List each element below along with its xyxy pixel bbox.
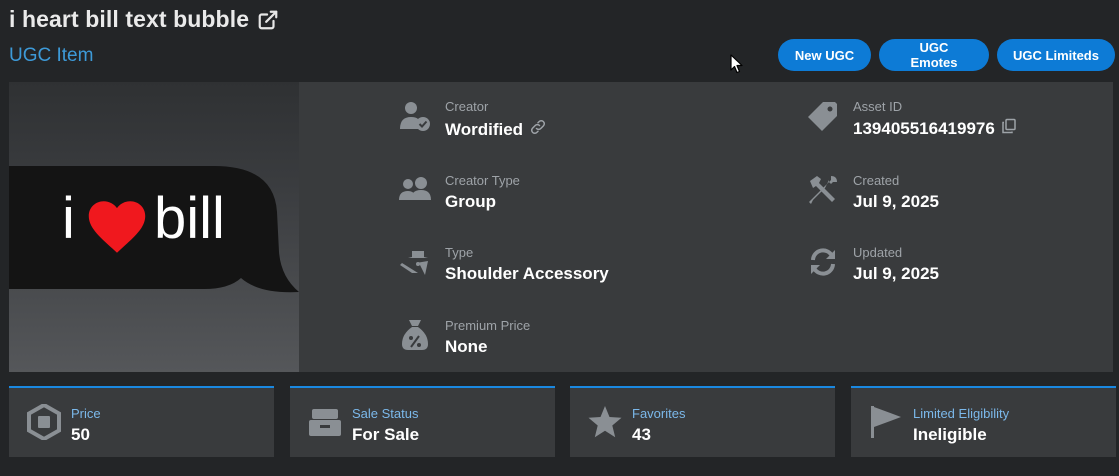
copy-icon[interactable] bbox=[1001, 118, 1017, 139]
header-buttons: New UGC UGC Emotes UGC Limiteds bbox=[778, 39, 1115, 71]
stat-card-sale-status: Sale Status For Sale bbox=[290, 386, 555, 457]
premium-price-value: None bbox=[445, 337, 488, 356]
creator-verified-icon bbox=[397, 98, 433, 134]
stat-card-price: Price 50 bbox=[9, 386, 274, 457]
star-icon bbox=[587, 404, 623, 440]
creator-link[interactable]: Wordified bbox=[445, 120, 523, 140]
creator-type-info: Creator Type Group bbox=[397, 172, 520, 212]
creator-info: Creator Wordified bbox=[397, 98, 547, 141]
thumbnail-text-bill: bill bbox=[154, 186, 225, 251]
new-ugc-button[interactable]: New UGC bbox=[778, 39, 871, 71]
creator-type-label: Creator Type bbox=[445, 173, 520, 188]
favorites-value: 43 bbox=[632, 425, 651, 444]
accessory-icon bbox=[397, 244, 433, 280]
asset-id-value: 139405516419976 bbox=[853, 118, 995, 138]
external-link-icon[interactable] bbox=[257, 9, 279, 31]
premium-price-label: Premium Price bbox=[445, 318, 531, 333]
tag-icon bbox=[805, 98, 841, 134]
updated-info: Updated Jul 9, 2025 bbox=[805, 244, 939, 284]
limited-eligibility-value: Ineligible bbox=[913, 425, 987, 444]
type-value: Shoulder Accessory bbox=[445, 264, 609, 283]
type-info: Type Shoulder Accessory bbox=[397, 244, 609, 284]
creator-label: Creator bbox=[445, 99, 489, 114]
created-value: Jul 9, 2025 bbox=[853, 192, 940, 211]
mouse-cursor-icon bbox=[730, 54, 744, 79]
created-label: Created bbox=[853, 173, 900, 188]
sale-status-value: For Sale bbox=[352, 425, 420, 444]
flag-icon bbox=[868, 404, 904, 440]
tools-icon bbox=[805, 172, 841, 208]
creator-type-value: Group bbox=[445, 192, 496, 211]
link-icon[interactable] bbox=[529, 118, 547, 141]
thumbnail-text-i: i bbox=[62, 186, 75, 251]
sale-status-label: Sale Status bbox=[352, 406, 419, 421]
item-thumbnail: i bill bbox=[9, 82, 299, 372]
ugc-emotes-button[interactable]: UGC Emotes bbox=[879, 39, 989, 71]
robux-icon bbox=[26, 404, 62, 440]
heart-icon bbox=[87, 200, 147, 259]
ugc-limiteds-button[interactable]: UGC Limiteds bbox=[997, 39, 1115, 71]
created-info: Created Jul 9, 2025 bbox=[805, 172, 939, 212]
refresh-icon bbox=[805, 244, 841, 280]
item-details-card: i bill Creator Wordified Creator Type Gr… bbox=[9, 82, 1113, 372]
limited-eligibility-label: Limited Eligibility bbox=[913, 406, 1010, 421]
favorites-label: Favorites bbox=[632, 406, 686, 421]
price-value: 50 bbox=[71, 425, 90, 444]
updated-value: Jul 9, 2025 bbox=[853, 264, 940, 283]
updated-label: Updated bbox=[853, 245, 903, 260]
money-bag-icon bbox=[397, 317, 433, 353]
asset-id-label: Asset ID bbox=[853, 99, 903, 114]
register-icon bbox=[307, 404, 343, 440]
title-row: i heart bill text bubble bbox=[9, 6, 279, 33]
type-label: Type bbox=[445, 245, 474, 260]
stat-card-limited-eligibility: Limited Eligibility Ineligible bbox=[851, 386, 1116, 457]
premium-price-info: Premium Price None bbox=[397, 317, 530, 357]
page-subtitle: UGC Item bbox=[9, 45, 94, 66]
price-label: Price bbox=[71, 406, 101, 421]
stat-card-favorites: Favorites 43 bbox=[570, 386, 835, 457]
group-icon bbox=[397, 172, 433, 208]
asset-id-info: Asset ID 139405516419976 bbox=[805, 98, 1017, 139]
page-title: i heart bill text bubble bbox=[9, 6, 250, 32]
